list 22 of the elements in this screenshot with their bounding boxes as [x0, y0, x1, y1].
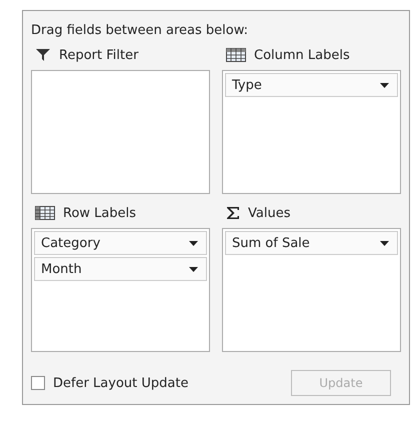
checkbox-label[interactable]: Defer Layout Update [53, 376, 188, 390]
drop-area[interactable]: Sum of Sale [222, 228, 401, 352]
area-label: Report Filter [59, 48, 138, 62]
instruction-text: Drag fields between areas below: [31, 23, 250, 38]
area-label: Values [248, 206, 290, 220]
field-item[interactable]: Month [34, 257, 207, 281]
drop-area[interactable]: Type [222, 70, 401, 194]
area-label: Column Labels [254, 48, 350, 62]
table-icon [35, 206, 55, 220]
sigma-icon [226, 206, 240, 220]
field-item[interactable]: Category [34, 231, 207, 255]
drop-area[interactable]: Category Month [31, 228, 210, 352]
field-item[interactable]: Sum of Sale [225, 231, 398, 255]
dropdown-caret-icon[interactable] [380, 240, 389, 246]
checkbox[interactable] [31, 376, 45, 390]
filter-icon [35, 48, 51, 62]
dropdown-caret-icon[interactable] [380, 82, 389, 88]
table-icon [226, 48, 246, 62]
field-item[interactable]: Type [225, 73, 398, 97]
dropdown-caret-icon[interactable] [189, 266, 198, 272]
area-label: Row Labels [63, 206, 136, 220]
dropdown-caret-icon[interactable] [189, 240, 198, 246]
